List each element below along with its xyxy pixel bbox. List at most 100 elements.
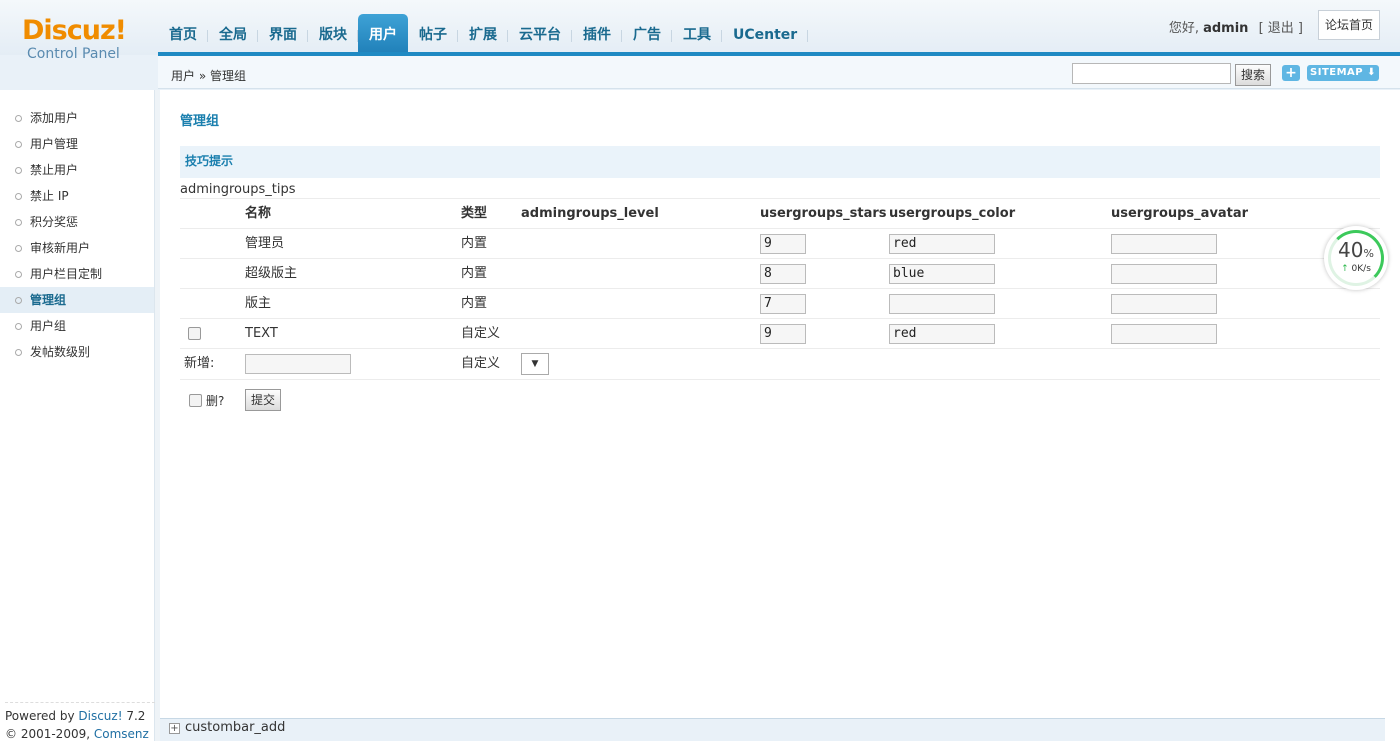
bullet-icon (15, 141, 22, 148)
delete-all-checkbox[interactable] (189, 394, 202, 407)
greeting: 您好, (1168, 21, 1199, 36)
delete-label: 删? (206, 394, 225, 408)
bullet-icon (15, 245, 22, 252)
discuz-link[interactable]: Discuz! (78, 709, 122, 723)
sidebar-item-ban-user[interactable]: 禁止用户 (0, 157, 154, 183)
page-title: 管理组 (180, 114, 220, 129)
table-row: 版主 内置 7 (180, 288, 1380, 318)
bullet-icon (15, 349, 22, 356)
tab-ads[interactable]: 广告 (622, 14, 672, 55)
sidebar-item-ban-ip[interactable]: 禁止 IP (0, 183, 154, 209)
tab-ucenter[interactable]: UCenter (722, 14, 809, 55)
new-group-row: 新增: 自定义 ▼ (180, 348, 1380, 380)
table-row: 管理员 内置 9 red (180, 228, 1380, 258)
search-input[interactable] (1072, 63, 1231, 84)
col-stars: usergroups_stars (760, 206, 887, 221)
group-type: 内置 (461, 266, 488, 281)
network-speed-widget[interactable]: 40% ↑ 0K/s (1324, 226, 1388, 290)
custombar-add-link[interactable]: custombar_add (185, 720, 285, 735)
table-row: 超级版主 内置 8 blue (180, 258, 1380, 288)
logo-brand: Discuz! (22, 15, 127, 46)
stars-input[interactable]: 9 (760, 234, 806, 254)
bullet-icon (15, 167, 22, 174)
tab-posts[interactable]: 帖子 (408, 14, 458, 55)
tab-interface[interactable]: 界面 (258, 14, 308, 55)
sidebar-item-user-fields[interactable]: 用户栏目定制 (0, 261, 154, 287)
group-name: 管理员 (245, 236, 285, 251)
color-input[interactable]: red (889, 324, 995, 344)
tab-plugins[interactable]: 插件 (572, 14, 622, 55)
tab-forums[interactable]: 版块 (308, 14, 358, 55)
new-label: 新增: (184, 356, 215, 371)
bullet-icon (15, 115, 22, 122)
main-content: 管理组 技巧提示 admingroups_tips 名称 类型 admingro… (160, 90, 1400, 718)
sidebar-item-moderate-users[interactable]: 审核新用户 (0, 235, 154, 261)
tips-header: 技巧提示 (180, 146, 1380, 178)
level-select[interactable]: ▼ (521, 353, 549, 375)
breadcrumb: 用户 » 管理组 (171, 69, 246, 83)
color-input[interactable]: blue (889, 264, 995, 284)
sidebar-item-user-manage[interactable]: 用户管理 (0, 131, 154, 157)
logout-link[interactable]: [ 退出 ] (1259, 21, 1303, 36)
col-name: 名称 (245, 206, 272, 221)
bullet-icon (15, 193, 22, 200)
col-level: admingroups_level (521, 206, 659, 221)
avatar-input[interactable] (1111, 294, 1217, 314)
tips-text: admingroups_tips (180, 182, 296, 197)
bullet-icon (15, 271, 22, 278)
color-input[interactable]: red (889, 234, 995, 254)
forum-home-button[interactable]: 论坛首页 (1318, 10, 1380, 40)
group-type: 自定义 (461, 326, 501, 341)
admin-groups-table: 名称 类型 admingroups_level usergroups_stars… (180, 198, 1380, 380)
avatar-input[interactable] (1111, 264, 1217, 284)
stars-input[interactable]: 8 (760, 264, 806, 284)
bullet-icon (15, 219, 22, 226)
tab-tools[interactable]: 工具 (672, 14, 722, 55)
add-shortcut-button[interactable]: + (1282, 65, 1300, 81)
powered-by: Powered by Discuz! 7.2 © 2001-2009, Coms… (5, 702, 155, 741)
username: admin (1203, 21, 1249, 36)
delete-row-checkbox[interactable] (188, 327, 201, 340)
avatar-input[interactable] (1111, 324, 1217, 344)
tab-home[interactable]: 首页 (158, 14, 208, 55)
group-type: 内置 (461, 296, 488, 311)
sidebar-item-add-user[interactable]: 添加用户 (0, 105, 154, 131)
sitemap-button[interactable]: SITEMAP ⬇ (1307, 65, 1379, 81)
sidebar-item-post-ranks[interactable]: 发帖数级别 (0, 339, 154, 365)
stars-input[interactable]: 9 (760, 324, 806, 344)
tab-global[interactable]: 全局 (208, 14, 258, 55)
group-name: 超级版主 (245, 266, 298, 281)
tab-extend[interactable]: 扩展 (458, 14, 508, 55)
bullet-icon (15, 297, 22, 304)
col-color: usergroups_color (889, 206, 1016, 221)
new-group-type: 自定义 (461, 356, 501, 371)
sidebar-item-admin-groups[interactable]: 管理组 (0, 287, 154, 313)
color-input[interactable] (889, 294, 995, 314)
search-button[interactable]: 搜索 (1235, 64, 1271, 86)
sub-bar: 用户 » 管理组 搜索 + SITEMAP ⬇ (158, 56, 1400, 89)
new-group-name-input[interactable] (245, 354, 351, 374)
logo-subtitle: Control Panel (27, 46, 120, 62)
stars-input[interactable]: 7 (760, 294, 806, 314)
col-type: 类型 (461, 206, 488, 221)
main-nav: 首页 全局 界面 版块 用户 帖子 扩展 云平台 插件 广告 工具 UCente… (158, 14, 809, 55)
table-row: TEXT 自定义 9 red (180, 318, 1380, 348)
custom-bar: + custombar_add (160, 718, 1385, 741)
submit-button[interactable]: 提交 (245, 389, 281, 411)
header: Discuz! Control Panel 首页 全局 界面 版块 用户 帖子 … (0, 0, 1400, 90)
group-name: 版主 (245, 296, 272, 311)
logo[interactable]: Discuz! Control Panel (22, 15, 132, 63)
user-info: 您好, admin [ 退出 ] (1169, 17, 1303, 36)
tab-users[interactable]: 用户 (358, 14, 408, 55)
col-avatar: usergroups_avatar (1111, 206, 1249, 221)
tab-cloud[interactable]: 云平台 (508, 14, 572, 55)
arrow-up-icon: ↑ (1341, 264, 1349, 274)
speed-percent: 40% (1338, 238, 1374, 262)
group-name: TEXT (245, 326, 278, 341)
sidebar-item-credits[interactable]: 积分奖惩 (0, 209, 154, 235)
avatar-input[interactable] (1111, 234, 1217, 254)
table-header: 名称 类型 admingroups_level usergroups_stars… (180, 198, 1380, 228)
sidebar: 添加用户 用户管理 禁止用户 禁止 IP 积分奖惩 审核新用户 用户栏目定制 管… (0, 90, 155, 741)
sidebar-item-user-groups[interactable]: 用户组 (0, 313, 154, 339)
plus-icon[interactable]: + (169, 723, 180, 734)
